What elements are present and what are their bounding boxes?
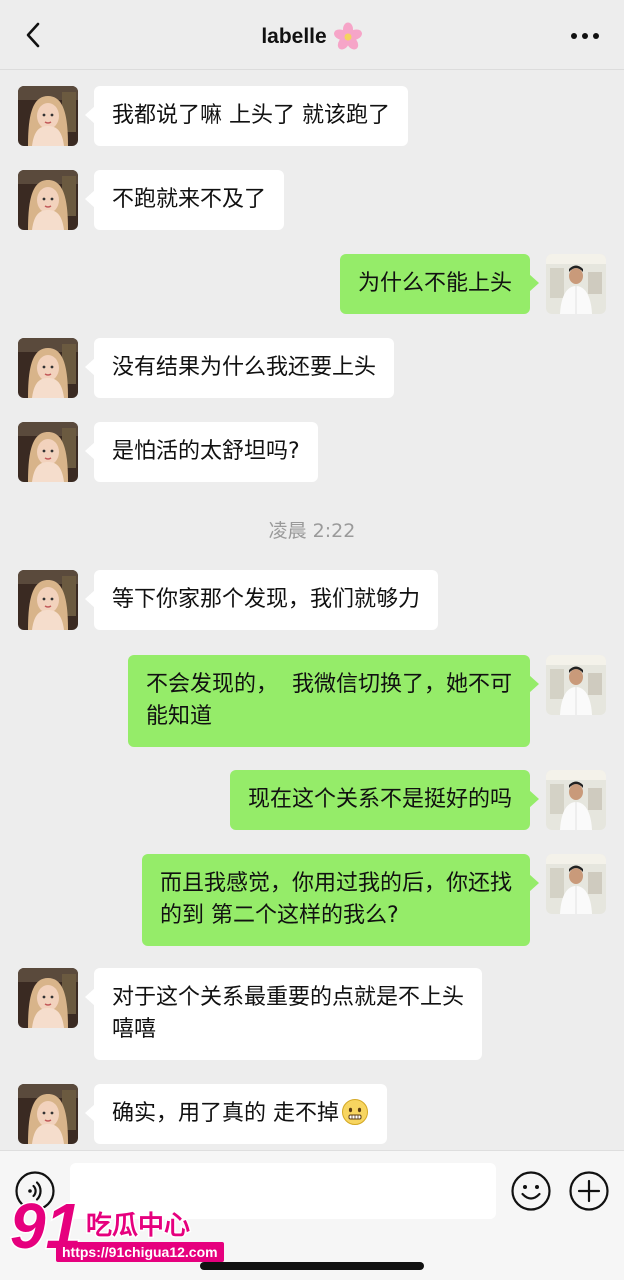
svg-text:吃瓜中心: 吃瓜中心	[86, 1211, 190, 1241]
contact-avatar[interactable]	[18, 1084, 78, 1144]
awkward-smile-emoji	[342, 1099, 368, 1125]
message-bubble-incoming[interactable]: 没有结果为什么我还要上头	[84, 338, 395, 398]
message-bubble-outgoing[interactable]: 而且我感觉，你用过我的后，你还找 的到 第二个这样的我么?	[141, 854, 540, 946]
watermark-url: https://91chigua12.com	[56, 1242, 224, 1262]
my-avatar[interactable]	[546, 254, 606, 314]
message-bubble-incoming[interactable]: 对于这个关系最重要的点就是不上头 嘻嘻	[84, 968, 483, 1060]
message-text: 确实，用了真的 走不掉	[112, 1101, 339, 1126]
contact-avatar[interactable]	[18, 968, 78, 1028]
plus-circle-icon	[569, 1171, 609, 1211]
my-avatar[interactable]	[546, 655, 606, 715]
message-bubble-incoming[interactable]: 是怕活的太舒坦吗?	[85, 422, 318, 482]
contact-avatar[interactable]	[18, 338, 78, 398]
message-bubble-outgoing[interactable]: 不会发现的， 我微信切换了，她不可 能知道	[128, 655, 539, 747]
message-timestamp: 凌晨 2:22	[268, 520, 356, 542]
message-bubble-incoming[interactable]: 等下你家那个发现，我们就够力	[84, 570, 439, 630]
message-bubble-outgoing[interactable]: 为什么不能上头	[339, 254, 540, 314]
chat-title-group: labelle	[0, 20, 624, 54]
chat-title: labelle	[261, 25, 327, 48]
contact-avatar[interactable]	[18, 170, 78, 230]
smiley-icon	[511, 1171, 551, 1211]
message-bubble-incoming[interactable]: 确实，用了真的 走不掉	[85, 1084, 387, 1144]
emoji-button[interactable]	[510, 1170, 552, 1212]
message-bubble-incoming[interactable]: 我都说了嘛 上头了 就该跑了	[85, 86, 408, 146]
message-bubble-incoming[interactable]: 不跑就来不及了	[84, 170, 285, 230]
my-avatar[interactable]	[546, 770, 606, 830]
contact-avatar[interactable]	[18, 86, 78, 146]
chat-header: labelle	[0, 0, 624, 70]
cherry-blossom-icon	[333, 22, 362, 50]
message-bubble-outgoing[interactable]: 现在这个关系不是挺好的吗	[229, 770, 540, 830]
contact-avatar[interactable]	[18, 570, 78, 630]
home-indicator	[200, 1262, 424, 1270]
contact-avatar[interactable]	[18, 422, 78, 482]
more-options-button[interactable]	[568, 22, 602, 50]
more-dots-icon	[571, 33, 599, 39]
my-avatar[interactable]	[546, 854, 606, 914]
more-functions-button[interactable]	[568, 1170, 610, 1212]
